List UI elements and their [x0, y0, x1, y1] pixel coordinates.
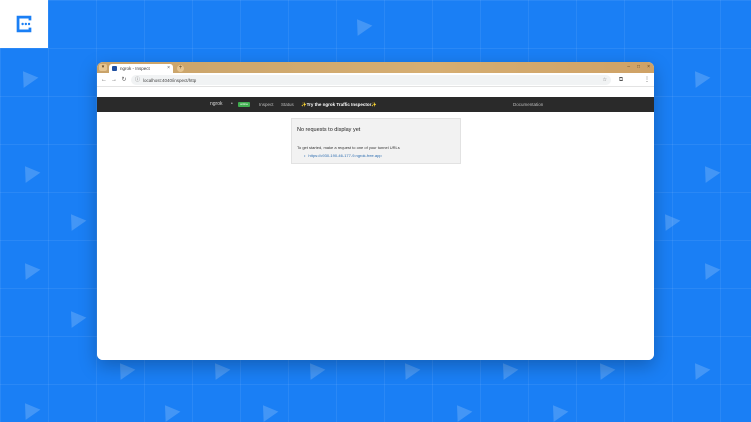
site-info-icon[interactable]: ⓘ	[135, 75, 140, 85]
empty-state-hint: To get started, make a request to one of…	[297, 145, 400, 150]
paper-plane-icon	[157, 400, 181, 422]
extensions-icon[interactable]: ⧉	[617, 76, 625, 84]
paper-plane-icon	[687, 66, 711, 88]
paper-plane-icon	[592, 358, 616, 380]
ngrok-navbar: ngrok • online Inspect Status ✨Try the n…	[97, 97, 654, 112]
close-window-button[interactable]: ×	[647, 64, 650, 71]
list-item: • https://c930-190-46-177-9.ngrok-free.a…	[304, 153, 382, 158]
nav-separator: •	[231, 101, 233, 107]
back-button[interactable]: ←	[100, 76, 108, 84]
paper-plane-icon	[112, 358, 136, 380]
forward-button[interactable]: →	[110, 76, 118, 84]
reload-button[interactable]: ↻	[120, 76, 128, 84]
paper-plane-icon	[449, 400, 473, 422]
paper-plane-icon	[657, 209, 681, 231]
nav-status[interactable]: Status	[281, 97, 294, 112]
list-bullet: •	[304, 153, 306, 158]
browser-menu-icon[interactable]: ⋮	[643, 76, 651, 84]
window-controls: – □ ×	[627, 64, 650, 71]
tab-strip: ▾ ngrok - Inspect × + – □ ×	[97, 62, 654, 73]
maximize-button[interactable]: □	[637, 64, 640, 71]
tab-title: ngrok - Inspect	[120, 66, 150, 71]
url-text: localhost:4040/inspect/http	[143, 77, 197, 83]
paper-plane-icon	[687, 358, 711, 380]
chat-bubble-icon	[16, 15, 32, 33]
paper-plane-icon	[63, 306, 87, 328]
paper-plane-icon	[255, 400, 279, 422]
ngrok-favicon-icon	[112, 66, 117, 71]
address-bar[interactable]: ⓘ localhost:4040/inspect/http ☆	[131, 75, 611, 85]
close-icon[interactable]: ×	[167, 66, 170, 71]
paper-plane-icon	[397, 358, 421, 380]
new-tab-button[interactable]: +	[177, 65, 184, 72]
browser-toolbar: ← → ↻ ⓘ localhost:4040/inspect/http ☆ ⧉ …	[97, 73, 654, 87]
tab-ngrok-inspect[interactable]: ngrok - Inspect ×	[109, 64, 173, 73]
paper-plane-icon	[495, 358, 519, 380]
status-badge: online	[238, 102, 250, 107]
brand-logo[interactable]: ngrok	[210, 97, 223, 112]
bookmark-star-icon[interactable]: ☆	[603, 77, 607, 83]
browser-window: ▾ ngrok - Inspect × + – □ × ← → ↻ ⓘ loca…	[97, 62, 654, 360]
paper-plane-icon	[17, 161, 41, 183]
paper-plane-icon	[697, 258, 721, 280]
empty-state-card: No requests to display yet To get starte…	[291, 118, 461, 164]
nav-traffic-inspector-promo[interactable]: ✨Try the ngrok Traffic Inspector✨	[301, 97, 377, 112]
paper-plane-icon	[349, 14, 373, 36]
paper-plane-icon	[63, 209, 87, 231]
paper-plane-icon	[17, 258, 41, 280]
empty-state-title: No requests to display yet	[297, 127, 361, 133]
app-logo	[0, 0, 48, 48]
paper-plane-icon	[207, 358, 231, 380]
paper-plane-icon	[15, 66, 39, 88]
minimize-button[interactable]: –	[627, 64, 630, 71]
tunnel-url-link[interactable]: https://c930-190-46-177-9.ngrok-free.app	[308, 153, 381, 158]
paper-plane-icon	[697, 161, 721, 183]
nav-documentation[interactable]: Documentation	[513, 97, 543, 112]
page-content: No requests to display yet To get starte…	[97, 112, 654, 360]
paper-plane-icon	[17, 398, 41, 420]
nav-inspect[interactable]: Inspect	[259, 97, 274, 112]
paper-plane-icon	[545, 400, 569, 422]
tab-search-button[interactable]: ▾	[99, 64, 107, 71]
paper-plane-icon	[302, 358, 326, 380]
